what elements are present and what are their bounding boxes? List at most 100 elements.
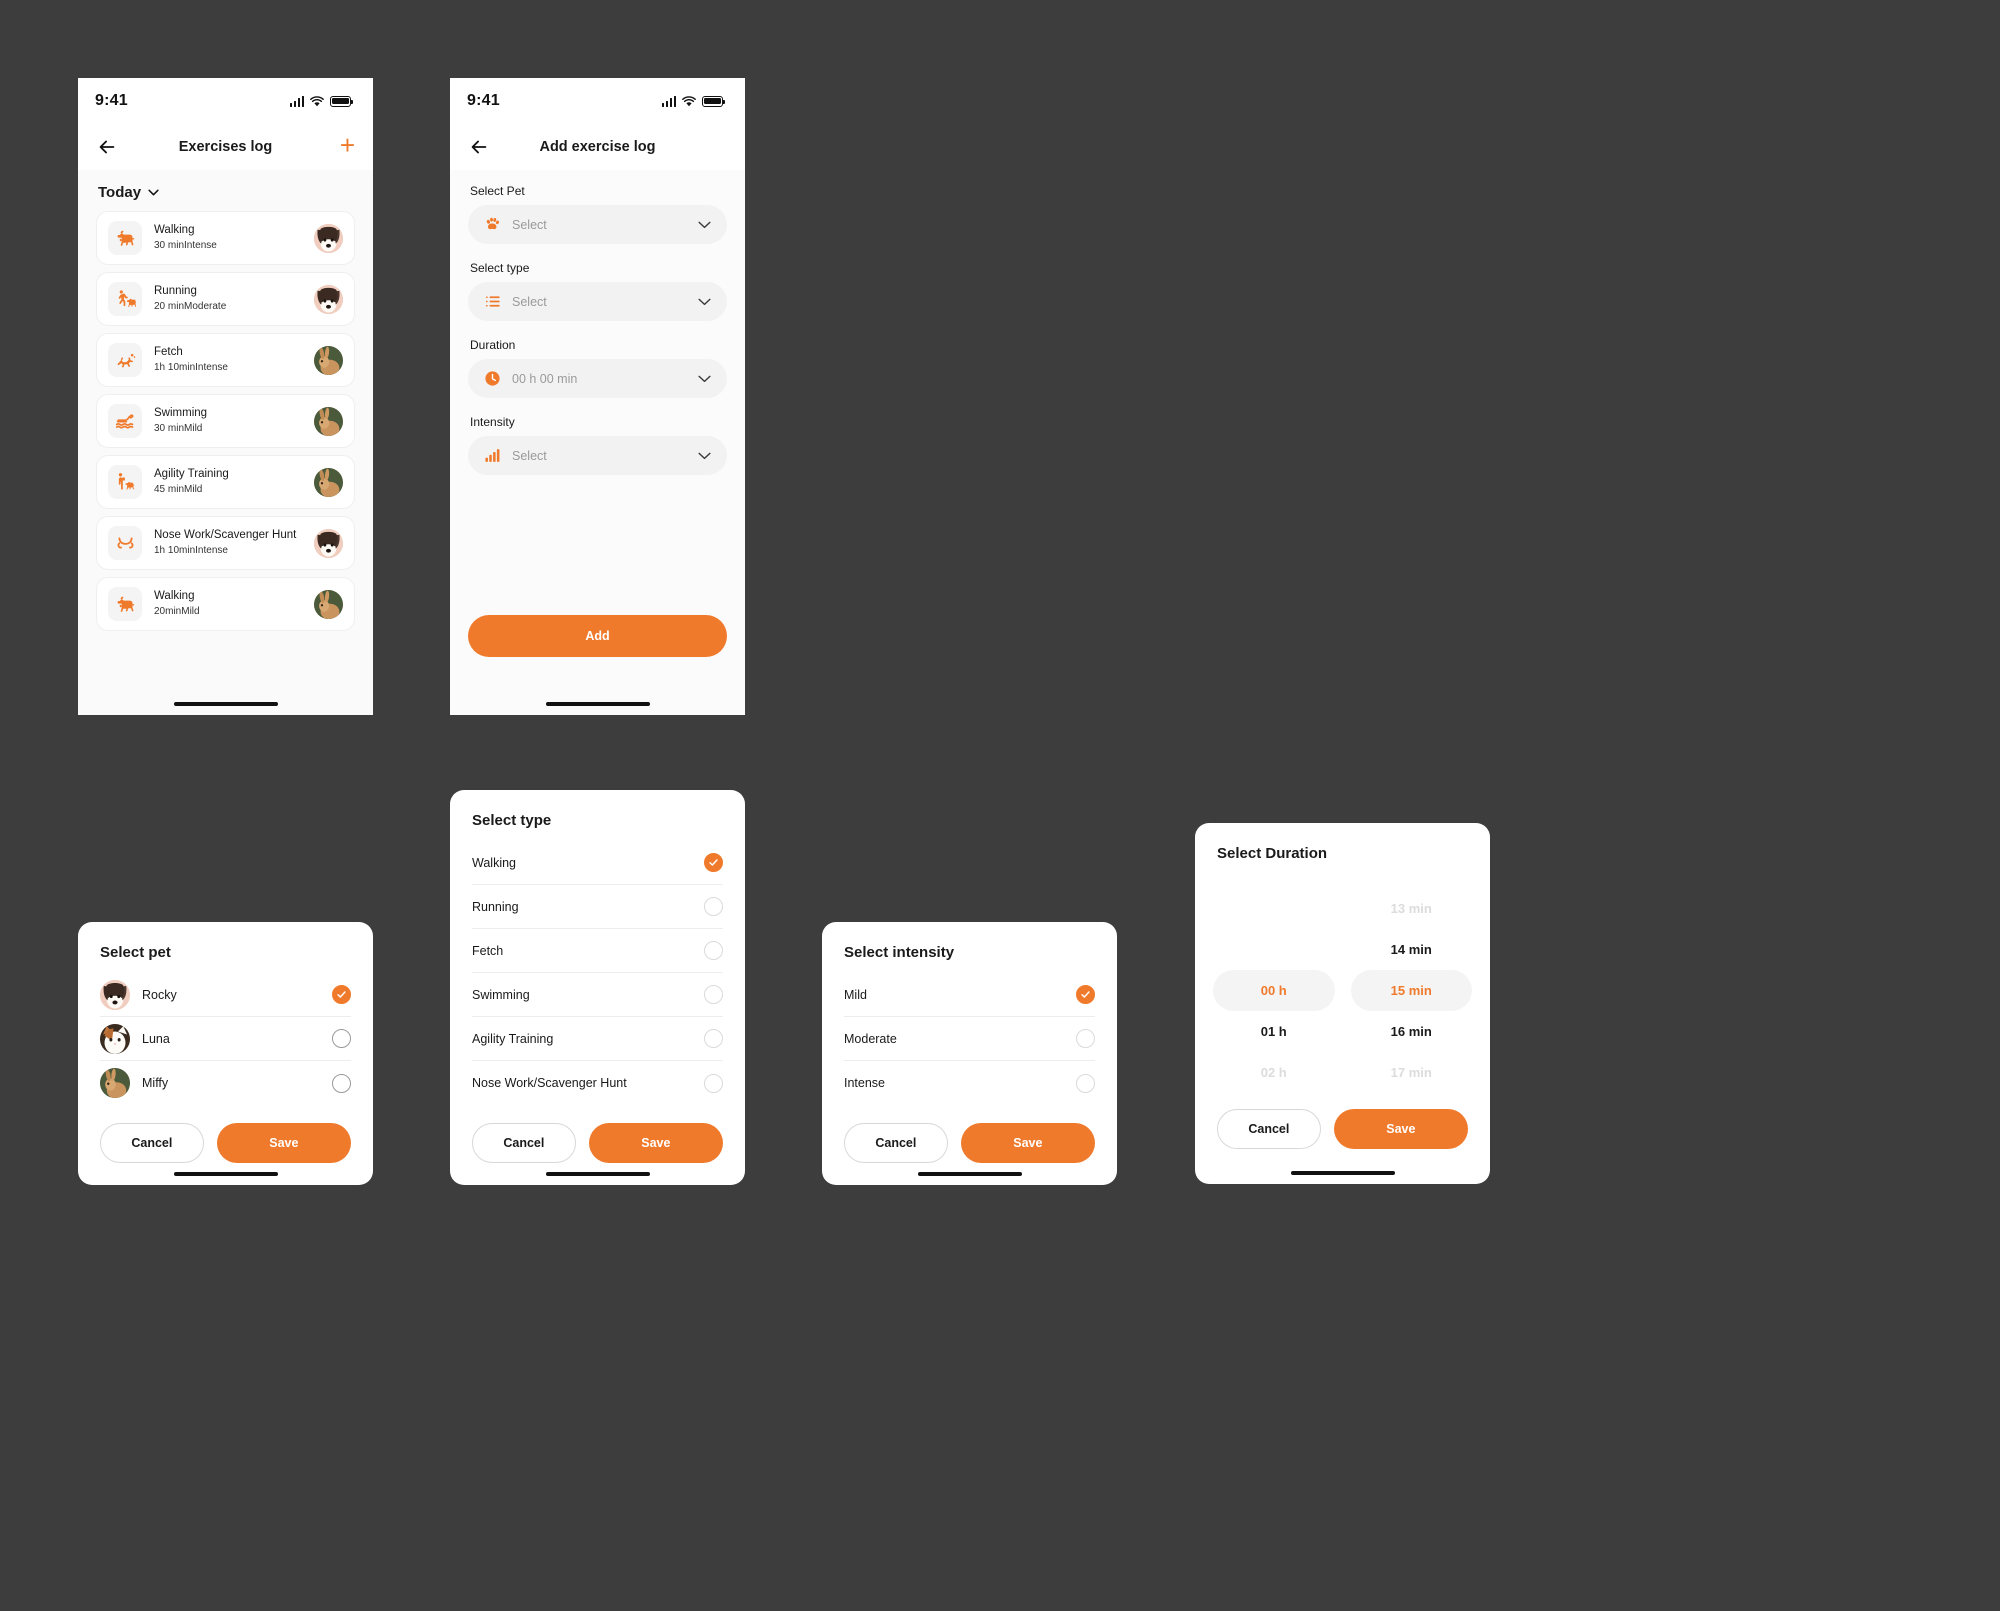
- duration-minutes-item[interactable]: 17 min: [1351, 1052, 1473, 1093]
- status-icons: [289, 95, 354, 107]
- option-row[interactable]: Agility Training: [472, 1017, 723, 1061]
- radio-unselected-icon[interactable]: [704, 941, 723, 960]
- modal-select-pet: Select pet Rocky Luna Miffy Cancel Save: [78, 922, 373, 1185]
- exercise-intensity: Intense: [195, 361, 228, 373]
- option-row[interactable]: Miffy: [100, 1061, 351, 1105]
- modal-intensity-inner: Select intensity Mild Moderate Intense: [822, 922, 1117, 1105]
- option-row[interactable]: Mild: [844, 973, 1095, 1017]
- exercise-row[interactable]: Walking 20minMild: [96, 577, 355, 631]
- field-intensity[interactable]: Select: [468, 436, 727, 475]
- exercise-row[interactable]: Agility Training 45 minMild: [96, 455, 355, 509]
- option-row[interactable]: Rocky: [100, 973, 351, 1017]
- exercise-duration: 1h 10min: [154, 361, 196, 373]
- option-row[interactable]: Swimming: [472, 973, 723, 1017]
- radio-unselected-icon[interactable]: [1076, 1073, 1095, 1093]
- duration-hours-item[interactable]: 00 h: [1213, 970, 1335, 1011]
- option-label: Luna: [142, 1031, 170, 1046]
- radio-unselected-icon[interactable]: [704, 897, 723, 916]
- field-duration[interactable]: 00 h 00 min: [468, 359, 727, 398]
- nav-bar-form: Add exercise log: [450, 124, 745, 170]
- radio-unselected-icon[interactable]: [704, 985, 723, 1004]
- radio-selected-icon[interactable]: [704, 853, 723, 872]
- duration-hours-item[interactable]: [1213, 888, 1335, 929]
- exercise-row[interactable]: Nose Work/Scavenger Hunt 1h 10minIntense: [96, 516, 355, 570]
- exercise-intensity: Mild: [184, 422, 203, 434]
- exercise-row[interactable]: Fetch 1h 10minIntense: [96, 333, 355, 387]
- exercise-row[interactable]: Running 20 minModerate: [96, 272, 355, 326]
- pet-avatar: [314, 467, 343, 497]
- option-label: Intense: [844, 1076, 886, 1090]
- cancel-button[interactable]: Cancel: [844, 1123, 948, 1163]
- duration-minutes-item[interactable]: 16 min: [1351, 1011, 1473, 1052]
- exercise-text: Running 20 minModerate: [154, 284, 302, 314]
- duration-minutes-item[interactable]: 14 min: [1351, 929, 1473, 970]
- duration-minutes-item[interactable]: 15 min: [1350, 970, 1472, 1011]
- option-label: Nose Work/Scavenger Hunt: [472, 1076, 627, 1090]
- paw-icon: [484, 216, 501, 233]
- modal-pet-inner: Select pet Rocky Luna Miffy: [78, 922, 373, 1105]
- exercise-name: Walking: [154, 590, 195, 603]
- duration-hours-item[interactable]: [1213, 929, 1335, 970]
- battery-icon: [330, 95, 354, 107]
- exercise-meta: 30 minIntense: [154, 239, 302, 253]
- wifi-icon: [310, 95, 324, 106]
- add-exercise-icon[interactable]: +: [340, 132, 355, 158]
- field-select-pet[interactable]: Select: [468, 205, 727, 244]
- minutes-picker[interactable]: 13 min 14 min 15 min 16 min 17 min: [1350, 888, 1473, 1093]
- home-indicator: [917, 1172, 1022, 1176]
- chevron-down-icon: [698, 293, 711, 311]
- screen-exercises-log: 9:41 Exercises log + Today Walking 30 mi…: [78, 78, 373, 715]
- back-arrow-icon[interactable]: [468, 136, 490, 158]
- modal-title: Select Duration: [1217, 845, 1328, 862]
- option-label: Running: [472, 899, 519, 914]
- radio-unselected-icon[interactable]: [332, 1073, 351, 1093]
- option-row[interactable]: Walking: [472, 841, 723, 885]
- radio-selected-icon[interactable]: [1076, 985, 1095, 1004]
- save-button[interactable]: Save: [960, 1123, 1095, 1163]
- cancel-button[interactable]: Cancel: [1217, 1109, 1321, 1149]
- form-fields: Select Pet Select Select type Select Dur…: [468, 184, 727, 475]
- radio-unselected-icon[interactable]: [704, 1073, 723, 1093]
- back-arrow-icon[interactable]: [96, 136, 118, 158]
- group-filter-today[interactable]: Today: [78, 170, 373, 211]
- save-button[interactable]: Save: [588, 1123, 723, 1163]
- clock-icon: [484, 370, 501, 387]
- exercise-row[interactable]: Walking 30 minIntense: [96, 211, 355, 265]
- cancel-button[interactable]: Cancel: [100, 1123, 204, 1163]
- dog-walk-icon: [108, 221, 142, 255]
- nav-bar-list: Exercises log +: [78, 124, 373, 170]
- cancel-button[interactable]: Cancel: [472, 1123, 576, 1163]
- option-row[interactable]: Moderate: [844, 1017, 1095, 1061]
- radio-selected-icon[interactable]: [332, 985, 351, 1004]
- option-row[interactable]: Intense: [844, 1061, 1095, 1105]
- signal-icon: [661, 95, 676, 107]
- option-row[interactable]: Running: [472, 885, 723, 929]
- save-button[interactable]: Save: [1333, 1109, 1468, 1149]
- pet-avatar: [314, 223, 343, 253]
- radio-unselected-icon[interactable]: [332, 1029, 351, 1048]
- field-label: Duration: [470, 338, 516, 352]
- option-row[interactable]: Nose Work/Scavenger Hunt: [472, 1061, 723, 1105]
- field-label: Select Pet: [470, 184, 525, 198]
- chevron-down-icon: [698, 216, 711, 234]
- option-row[interactable]: Luna: [100, 1017, 351, 1061]
- field-select-type[interactable]: Select: [468, 282, 727, 321]
- exercise-row[interactable]: Swimming 30 minMild: [96, 394, 355, 448]
- duration-hours-item[interactable]: 02 h: [1213, 1052, 1335, 1093]
- option-row[interactable]: Fetch: [472, 929, 723, 973]
- exercise-text: Swimming 30 minMild: [154, 406, 302, 436]
- save-button[interactable]: Save: [216, 1123, 351, 1163]
- exercise-name: Running: [154, 285, 197, 298]
- duration-minutes-item[interactable]: 13 min: [1351, 888, 1473, 929]
- exercise-duration: 30 min: [154, 239, 185, 251]
- exercise-duration: 30 min: [154, 422, 185, 434]
- modal-select-intensity: Select intensity Mild Moderate Intense Can…: [822, 922, 1117, 1185]
- duration-hours-item[interactable]: 01 h: [1213, 1011, 1335, 1052]
- radio-unselected-icon[interactable]: [1076, 1029, 1095, 1048]
- chevron-down-icon: [148, 189, 159, 196]
- signal-icon: [289, 95, 304, 107]
- hours-picker[interactable]: 00 h 01 h 02 h: [1213, 888, 1335, 1093]
- add-button[interactable]: Add: [468, 615, 727, 657]
- radio-unselected-icon[interactable]: [704, 1029, 723, 1048]
- pet-option-list: Rocky Luna Miffy: [100, 973, 351, 1105]
